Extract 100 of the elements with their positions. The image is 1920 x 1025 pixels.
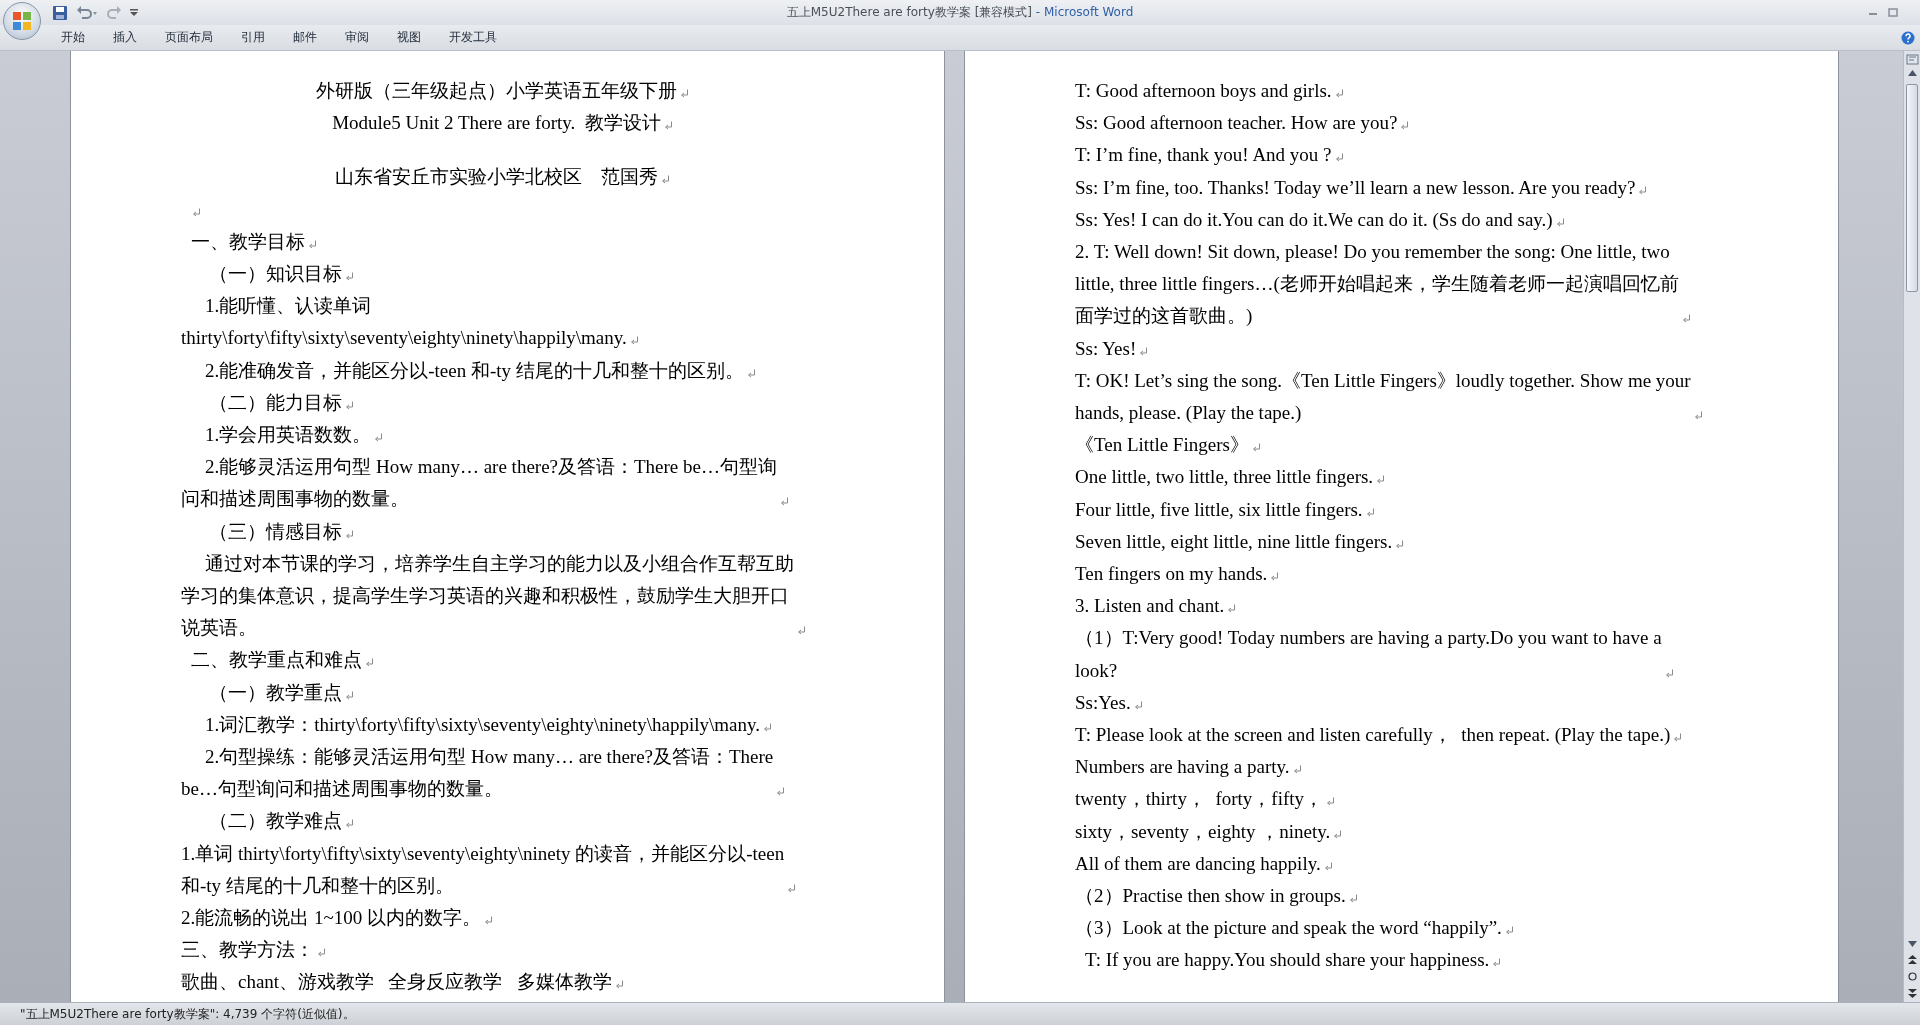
paragraph-mark-icon	[1334, 89, 1344, 98]
paragraph-text: twenty，thirty， forty，fifty，	[1075, 787, 1324, 812]
paragraph-mark-icon	[1555, 217, 1565, 227]
paragraph-mark-icon	[746, 368, 756, 378]
customize-caret-icon[interactable]	[130, 8, 138, 17]
paragraph-text: 2.能流畅的说出 1~100 以内的数字。	[181, 906, 482, 931]
ribbon-tab[interactable]: 引用	[227, 27, 279, 48]
paragraph-text: （二）能力目标	[208, 390, 342, 415]
paragraph-text: Ss: Good afternoon teacher. How are you?	[1075, 111, 1398, 136]
ribbon-tab[interactable]: 页面布局	[151, 27, 227, 48]
paragraph-text: Ss: I’m fine, too. Thanks! Today we’ll learn a new lesson. Are you ready?	[1075, 175, 1636, 200]
paragraph-text: All of them are dancing happily.	[1075, 851, 1321, 876]
paragraph-mark-icon	[484, 916, 494, 926]
paragraph-text: Ss: Yes!	[1075, 336, 1137, 361]
paragraph-text: 1.词汇教学：thirty\forty\fifty\sixty\seventy\eighty\ninety\happily\many.	[204, 712, 760, 737]
paragraph-mark-icon	[1334, 153, 1344, 163]
paragraph-mark-icon	[1323, 861, 1333, 871]
paragraph-text: 3. Listen and chant.	[1075, 594, 1225, 619]
paragraph-text: 1.学会用英语数数。	[204, 423, 372, 448]
paragraph-mark-icon	[1400, 121, 1410, 131]
document-title: 五上M5U2There are forty教学案 [兼容模式]	[786, 5, 1033, 19]
paragraph-text: T: Good afternoon boys and girls.	[1075, 79, 1332, 103]
ribbon-tab[interactable]: 插入	[99, 27, 151, 48]
paragraph-mark-icon	[1638, 185, 1648, 195]
paragraph-text: sixty，seventy，eighty ，ninety.	[1075, 819, 1331, 844]
next-page-icon[interactable]	[1907, 989, 1917, 998]
app-title: - Microsoft Word	[1034, 5, 1134, 19]
ruler-toggle-icon[interactable]	[1905, 53, 1919, 66]
paragraph-text: 2.句型操练：能够灵活运用句型 How many… are there?及答语：There be…句型询问和描述周围事物的数量。	[181, 745, 774, 802]
paragraph-text: 《Ten Little Fingers》	[1075, 433, 1249, 458]
paragraph-text: （一）教学重点	[208, 680, 342, 705]
paragraph-mark-icon	[776, 787, 786, 797]
paragraph-mark-icon	[661, 175, 670, 185]
scroll-down-icon[interactable]	[1907, 941, 1917, 947]
paragraph-mark-icon	[1251, 443, 1261, 453]
restore-icon[interactable]	[1888, 8, 1898, 17]
previous-page-icon[interactable]	[1907, 955, 1917, 964]
paragraph-text: Module5 Unit 2 There are forty. 教学设计	[332, 111, 661, 136]
paragraph-mark-icon	[192, 207, 201, 217]
scroll-thumb[interactable]	[1906, 84, 1918, 292]
paragraph-text: T: OK! Let’s sing the song.《Ten Little Fingers》loudly together. Show me your hands, please. (Play the tape.)	[1075, 368, 1691, 426]
save-icon[interactable]	[52, 4, 68, 21]
paragraph-text: Ss:Yes.	[1075, 690, 1131, 715]
paragraph-mark-icon	[663, 121, 673, 131]
paragraph-text: Ten fingers on my hands.	[1075, 562, 1268, 587]
paragraph-mark-icon	[317, 948, 326, 958]
paragraph-mark-icon	[345, 819, 354, 829]
paragraph-text: T: If you are happy.You should share your happiness.	[1084, 948, 1490, 973]
paragraph-mark-icon	[780, 497, 789, 507]
paragraph-mark-icon	[1376, 475, 1386, 485]
paragraph-mark-icon	[365, 658, 374, 668]
paragraph-mark-icon	[374, 433, 384, 443]
paragraph-mark-icon	[614, 980, 624, 990]
paragraph-text: （二）教学难点	[208, 809, 342, 834]
paragraph-text: （一）知识目标	[208, 262, 342, 286]
paragraph-mark-icon	[1673, 733, 1683, 743]
ribbon-tab[interactable]: 开始	[47, 27, 99, 48]
paragraph-text: T: Please look at the screen and listen carefully， then repeat. (Play the tape.)	[1075, 723, 1671, 748]
paragraph-mark-icon	[1133, 700, 1143, 710]
paragraph-mark-icon	[1139, 346, 1149, 356]
select-browse-object-icon[interactable]	[1907, 972, 1917, 981]
paragraph-mark-icon	[680, 89, 689, 98]
paragraph-mark-icon	[308, 239, 317, 249]
paragraph-mark-icon	[787, 883, 797, 893]
paragraph-text: Numbers are having a party.	[1075, 755, 1290, 780]
paragraph-mark-icon	[1395, 539, 1405, 549]
scroll-up-icon[interactable]	[1907, 70, 1917, 76]
ribbon-tab[interactable]: 邮件	[279, 27, 331, 48]
four-squares-icon	[12, 11, 32, 31]
paragraph-text: 1.单词 thirty\forty\fifty\sixty\seventy\eighty\ninety 的读音，并能区分以-teen 和-ty 结尾的十几和整十的区别。	[181, 841, 785, 898]
status-text: "五上M5U2There are forty教学案": 4,739 个字符(近似值)。	[20, 1005, 355, 1023]
paragraph-mark-icon	[345, 400, 354, 410]
paragraph-mark-icon	[629, 336, 639, 346]
paragraph-text: （1）T:Very good! Today numbers are having a party.Do you want to have a look?	[1075, 626, 1662, 683]
paragraph-mark-icon	[345, 529, 354, 539]
paragraph-text: （2）Practise then show in groups.	[1075, 884, 1346, 909]
paragraph-mark-icon	[1693, 411, 1703, 421]
ribbon-tab[interactable]: 开发工具	[435, 27, 511, 48]
undo-icon[interactable]	[76, 4, 98, 21]
paragraph-mark-icon	[1227, 604, 1237, 614]
paragraph-text: 二、教学重点和难点	[190, 648, 362, 673]
vertical-scrollbar[interactable]	[1903, 51, 1920, 1002]
paragraph-mark-icon	[1504, 926, 1514, 936]
paragraph-mark-icon	[763, 722, 772, 732]
paragraph-mark-icon	[1292, 765, 1302, 775]
paragraph-text: Seven little, eight little, nine little fingers.	[1075, 529, 1393, 554]
ribbon-tab[interactable]: 审阅	[331, 27, 383, 48]
paragraph-text: One little, two little, three little fingers.	[1075, 465, 1374, 490]
paragraph-text: T: I’m fine, thank you! And you ?	[1075, 143, 1332, 168]
paragraph-mark-icon	[1326, 797, 1336, 807]
ribbon-tab[interactable]: 视图	[383, 27, 435, 48]
help-icon[interactable]	[1901, 30, 1915, 45]
paragraph-mark-icon	[1333, 829, 1343, 839]
paragraph-mark-icon	[345, 272, 354, 281]
paragraph-text: 歌曲、chant、游戏教学 全身反应教学 多媒体教学	[181, 970, 612, 995]
paragraph-mark-icon	[1365, 507, 1375, 517]
paragraph-text: 2.能够灵活运用句型 How many… are there?及答语：There be…句型询 问和描述周围事物的数量。	[181, 455, 777, 512]
paragraph-text: （三）情感目标	[208, 519, 342, 544]
paragraph-text: 1.能听懂、认读单词 thirty\forty\fifty\sixty\seventy\eighty\ninety\happily\many.	[181, 294, 627, 351]
paragraph-mark-icon	[1348, 894, 1358, 904]
